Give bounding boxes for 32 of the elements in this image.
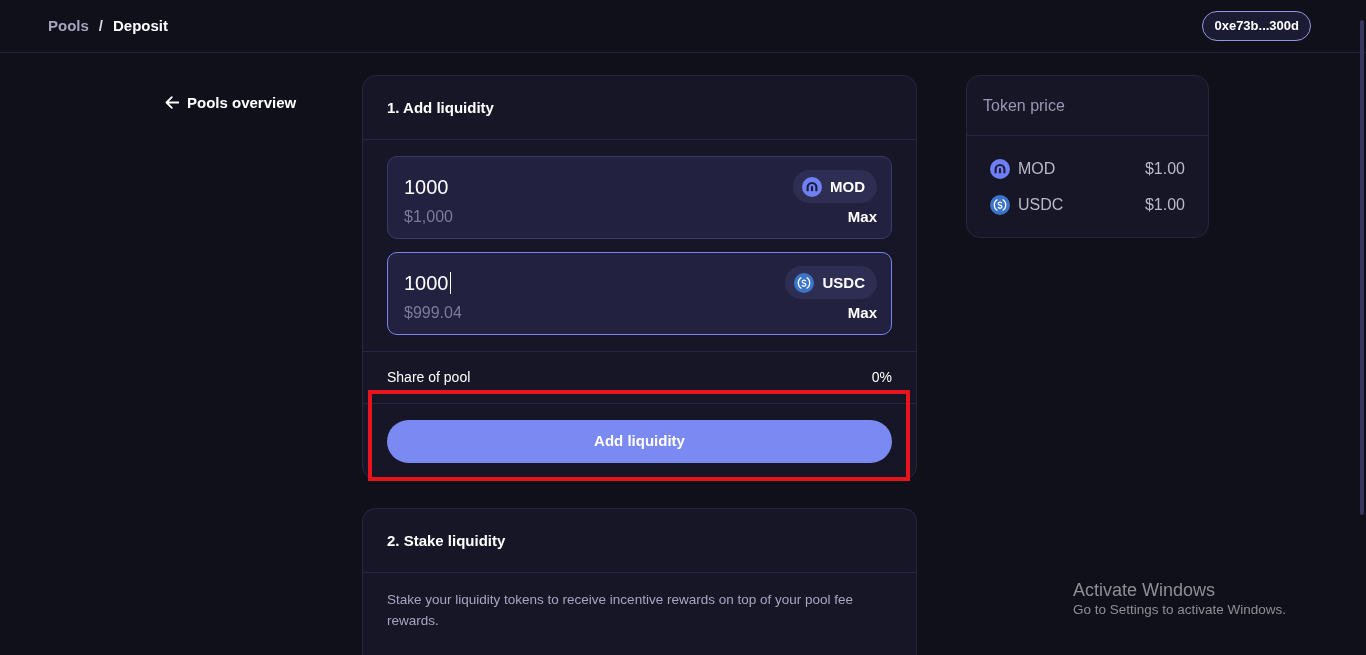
share-label: Share of pool — [387, 369, 471, 386]
activation-message: Go to Settings to activate Windows. — [1073, 601, 1287, 619]
card-title: Token price — [983, 96, 1065, 115]
token-symbol: USDC — [1018, 195, 1064, 215]
usd-value: $1,000 — [404, 207, 453, 226]
card-title: 2. Stake liquidity — [387, 531, 506, 550]
token-symbol: USDC — [822, 273, 865, 292]
breadcrumb-current: Deposit — [113, 17, 169, 35]
amount-input[interactable]: 1000 — [404, 270, 770, 295]
activation-title: Activate Windows — [1073, 579, 1217, 601]
share-value: 0% — [871, 369, 892, 386]
back-link[interactable]: Pools overview — [165, 93, 297, 112]
arch-coin-icon — [990, 159, 1010, 179]
breadcrumb-link[interactable]: Pools — [48, 17, 89, 35]
arch-coin-icon — [802, 176, 822, 197]
breadcrumb-separator: / — [97, 17, 104, 35]
scrollbar-thumb[interactable] — [1360, 20, 1364, 515]
wallet-address-button[interactable]: 0xe73b...300d — [1202, 11, 1311, 41]
token-symbol: MOD — [1018, 159, 1056, 179]
card-title: 1. Add liquidity — [387, 98, 494, 117]
token-price: $1.00 — [1144, 159, 1185, 179]
dollar-coin-icon — [794, 272, 815, 293]
max-button[interactable]: Max — [847, 207, 877, 226]
token-price: $1.00 — [1144, 195, 1185, 215]
text-caret — [449, 271, 451, 294]
dollar-coin-icon — [990, 195, 1010, 215]
max-button[interactable]: Max — [847, 303, 877, 322]
stake-description: Stake your liquidity tokens to receive incentive rewards on top of your pool fee rewards. — [387, 591, 854, 630]
token-symbol: MOD — [830, 177, 865, 196]
amount-input[interactable]: 1000 — [404, 174, 777, 199]
back-arrow-icon — [165, 96, 179, 109]
usd-value: $999.04 — [404, 303, 462, 322]
